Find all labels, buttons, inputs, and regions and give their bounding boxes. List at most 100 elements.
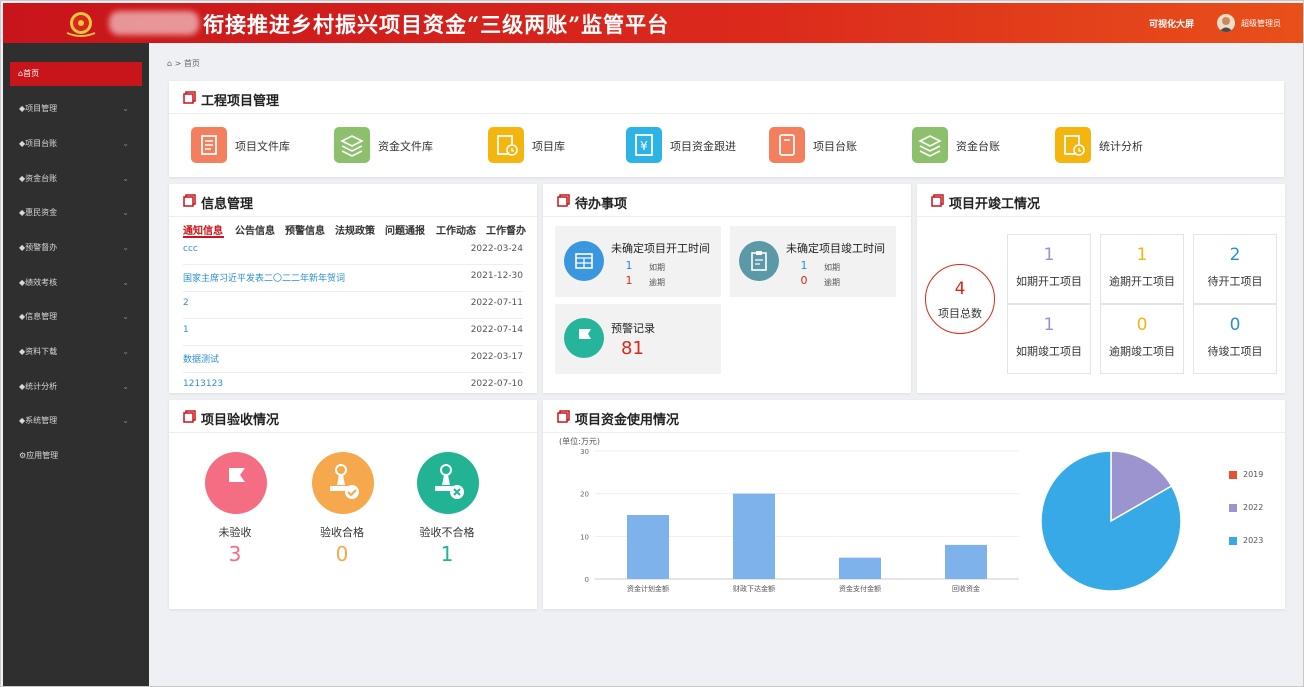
list-item[interactable]: 1 2022-07-14 [183, 319, 523, 346]
username[interactable]: 超级管理员 [1241, 18, 1281, 29]
acceptance-passed[interactable]: 验收合格 0 [287, 452, 397, 572]
sidebar-item-fund-ledger[interactable]: ◆资金台账 ⌄ [3, 164, 149, 194]
notice-date: 2022-03-17 [470, 352, 523, 362]
warning-count: 81 [621, 338, 644, 359]
funds-chart: (单位:万元) 0 10 20 30 资金计划金额 财政下达金额 资金支付金额 回收资金 [559, 436, 1182, 593]
x-tick-label: 资金支付金额 [839, 584, 881, 593]
sidebar-item-statistics[interactable]: ◆统计分析 ⌄ [3, 372, 149, 402]
acceptance-value: 3 [228, 542, 242, 566]
tab-issue-report[interactable]: 问题通报 [385, 222, 425, 237]
chevron-down-icon: ⌄ [122, 208, 129, 217]
sidebar-item-apps[interactable]: ⚙应用管理 [3, 441, 149, 471]
notice-title[interactable]: 2 [183, 298, 189, 308]
status-value: 1 [1136, 245, 1148, 265]
tablet-icon [769, 127, 805, 163]
todo-end-unset[interactable]: 未确定项目竣工时间 1 如期 0 逾期 [730, 226, 896, 297]
total-projects-circle: 4 项目总数 [925, 264, 995, 334]
status-cell[interactable]: 0 逾期竣工项目 [1100, 304, 1184, 374]
status-cell[interactable]: 0 待竣工项目 [1193, 304, 1277, 374]
sidebar-item-system[interactable]: ◆系统管理 ⌄ [3, 406, 149, 436]
notice-title[interactable]: 1 [183, 325, 189, 335]
list-item[interactable]: 数据测试 2022-03-17 [183, 346, 523, 373]
todo-overdue-label: 逾期 [824, 278, 840, 287]
card-title: 待办事项 [575, 197, 628, 212]
card-title: 项目开竣工情况 [949, 197, 1041, 212]
tab-notice[interactable]: 通知信息 [183, 222, 223, 237]
sidebar-item-project-ledger[interactable]: ◆项目台账 ⌄ [3, 129, 149, 159]
module-label: 资金台账 [956, 140, 1000, 153]
card-title: 项目资金使用情况 [575, 413, 680, 428]
sidebar-item-label: 资料下载 [25, 347, 58, 356]
legend-label: 2023 [1243, 536, 1264, 545]
notice-title[interactable]: ccc [183, 244, 198, 254]
clipboard-clock-icon [488, 127, 524, 163]
notice-title[interactable]: 国家主席习近平发表二〇二二年新年贺词 [183, 271, 345, 284]
status-cell[interactable]: 1 如期竣工项目 [1007, 304, 1091, 374]
sidebar-item-warning[interactable]: ◆预警督办 ⌄ [3, 233, 149, 263]
layers-icon [334, 127, 370, 163]
chevron-down-icon: ⌄ [122, 139, 129, 148]
sidebar-item-label: 首页 [23, 69, 40, 78]
module-label: 项目文件库 [235, 140, 290, 153]
chevron-down-icon: ⌄ [122, 312, 129, 321]
tab-policy[interactable]: 法规政策 [335, 222, 375, 237]
list-item[interactable]: 1213123 2022-07-10 [183, 373, 523, 393]
acceptance-failed[interactable]: 验收不合格 1 [392, 452, 502, 572]
acceptance-pending[interactable]: 未验收 3 [180, 452, 290, 572]
sidebar-item-label: 项目台账 [25, 139, 58, 148]
big-screen-link[interactable]: 可视化大屏 [1149, 17, 1194, 30]
status-cell[interactable]: 1 逾期开工项目 [1100, 234, 1184, 304]
y-tick-label: 0 [585, 576, 589, 584]
sidebar-item-project-mgmt[interactable]: ◆项目管理 ⌄ [3, 94, 149, 124]
app-frame: 衔接推进乡村振兴项目资金“三级两账”监管平台 可视化大屏 超级管理员 ⌂首页 ◆… [0, 0, 1304, 687]
legend-swatch [1229, 504, 1237, 512]
tab-supervision[interactable]: 工作督办 [486, 222, 526, 237]
sidebar-item-label: 项目管理 [25, 104, 58, 113]
list-item[interactable]: 2 2022-07-11 [183, 292, 523, 319]
acceptance-label: 未验收 [218, 526, 252, 539]
list-item[interactable]: 国家主席习近平发表二〇二二年新年贺词 2021-12-30 [183, 265, 523, 292]
notice-title[interactable]: 数据测试 [183, 352, 219, 365]
list-item[interactable]: ccc 2022-03-24 [183, 238, 523, 265]
todo-label: 预警记录 [611, 322, 655, 335]
clipboard-icon [739, 241, 779, 281]
modules-card: 工程项目管理 项目文件库 资金文件库 项目库 ¥ 项目资金跟进 项目台账 资金台账… [169, 81, 1284, 177]
avatar[interactable] [1217, 14, 1235, 32]
acceptance-label: 验收合格 [320, 526, 364, 539]
legend-label: 2019 [1243, 470, 1264, 479]
status-cell[interactable]: 2 待开工项目 [1193, 234, 1277, 304]
construction-status-card: 项目开竣工情况 4 项目总数 1 如期开工项目 1 逾期开工项目 2 待开工项目 1 如… [917, 184, 1285, 393]
card-title-icon [557, 410, 570, 423]
tab-warning-info[interactable]: 预警信息 [285, 222, 325, 237]
card-title-icon [557, 194, 570, 207]
sidebar-item-performance[interactable]: ◆绩效考核 ⌄ [3, 268, 149, 298]
sidebar-item-downloads[interactable]: ◆资料下载 ⌄ [3, 337, 149, 367]
blurred-region-name [109, 11, 199, 35]
status-value: 2 [1229, 245, 1241, 265]
bar [945, 544, 987, 579]
card-header: 工程项目管理 [169, 81, 1284, 114]
card-title: 工程项目管理 [201, 94, 280, 109]
card-title-icon [931, 194, 944, 207]
status-cell[interactable]: 1 如期开工项目 [1007, 234, 1091, 304]
notice-title[interactable]: 1213123 [183, 379, 223, 389]
todo-overdue-count: 0 [800, 274, 808, 287]
chevron-down-icon: ⌄ [122, 347, 129, 356]
acceptance-value: 1 [440, 542, 454, 566]
total-projects-label: 项目总数 [938, 307, 982, 320]
status-label: 待开工项目 [1207, 275, 1263, 288]
home-icon[interactable]: ⌂ [167, 59, 172, 68]
sidebar-item-benefit-funds[interactable]: ◆惠民资金 ⌄ [3, 198, 149, 228]
todo-start-unset[interactable]: 未确定项目开工时间 1 如期 1 逾期 [555, 226, 721, 297]
sidebar-item-label: 资金台账 [25, 174, 58, 183]
tab-work-news[interactable]: 工作动态 [436, 222, 476, 237]
legend-swatch [1229, 471, 1237, 479]
module-label: 项目库 [532, 140, 565, 153]
tab-announcement[interactable]: 公告信息 [235, 222, 275, 237]
todo-warning-records[interactable]: 预警记录 81 [555, 304, 721, 374]
svg-text:¥: ¥ [640, 139, 648, 153]
sidebar-item-home[interactable]: ⌂首页 [10, 62, 142, 86]
layers-icon [912, 127, 948, 163]
sidebar-item-info-mgmt[interactable]: ◆信息管理 ⌄ [3, 302, 149, 332]
acceptance-value: 0 [335, 542, 349, 566]
